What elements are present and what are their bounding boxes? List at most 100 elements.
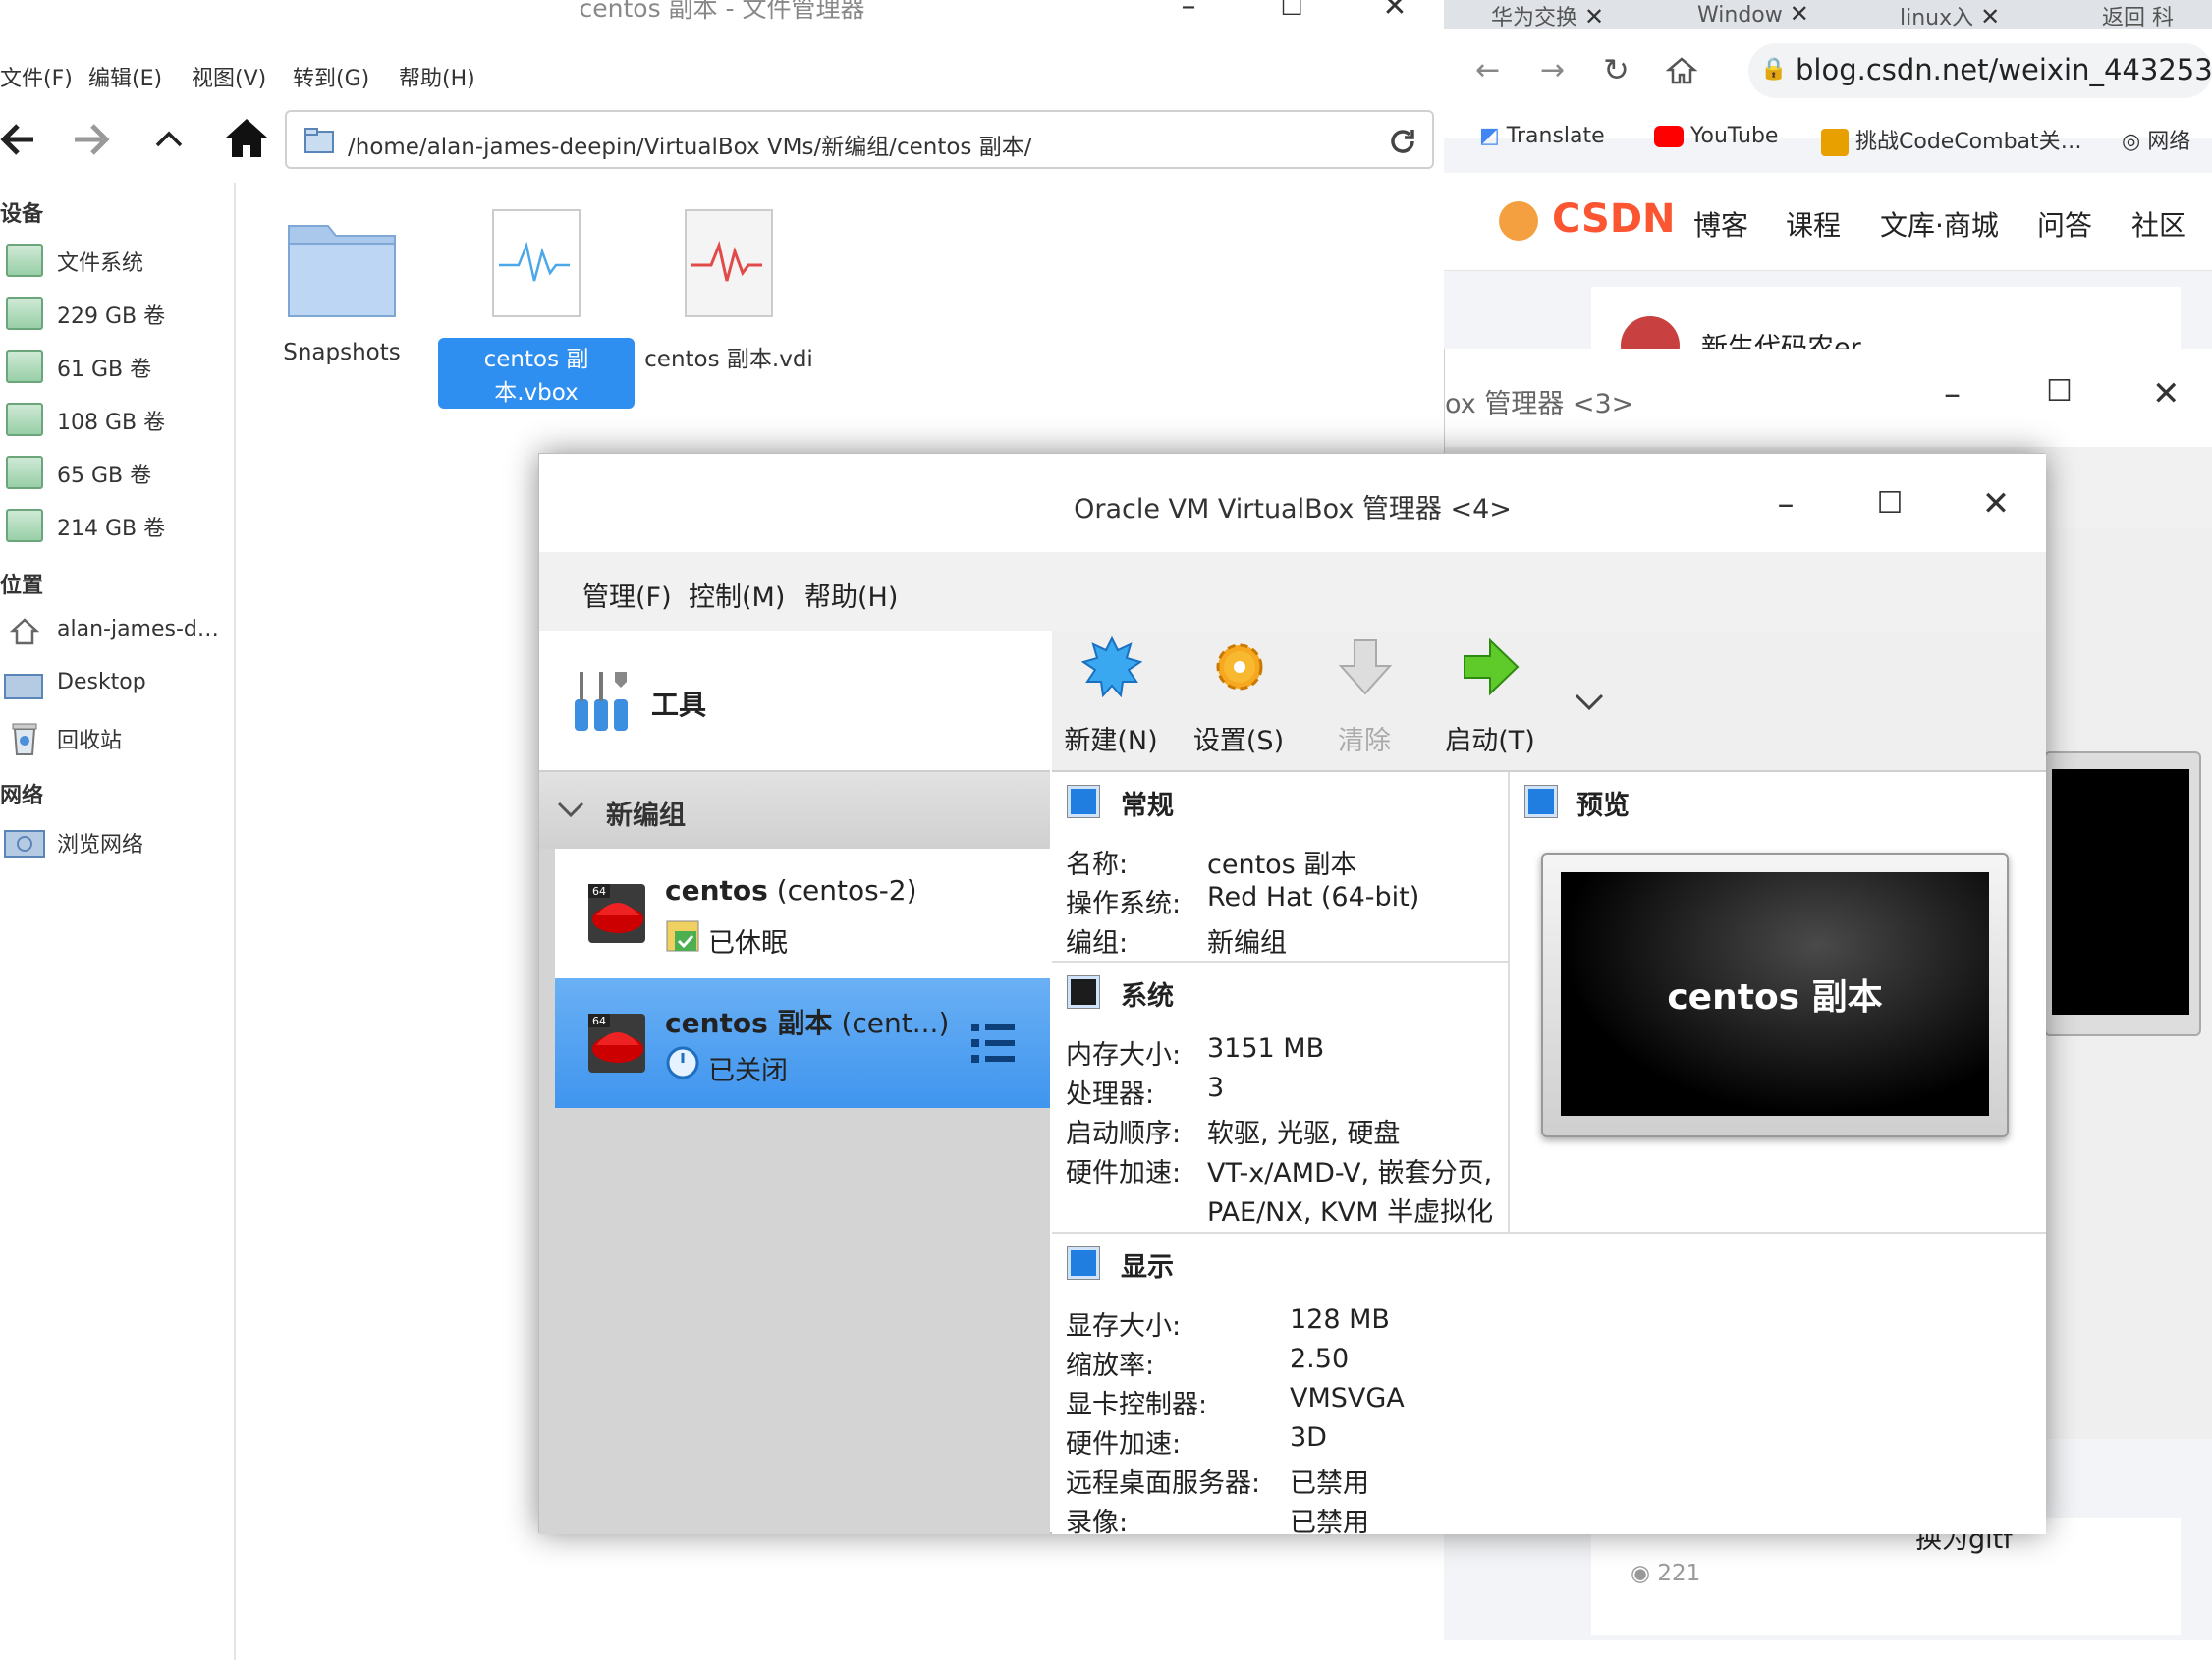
sidebar-item-desktop[interactable]: Desktop <box>0 662 236 705</box>
tab-windows[interactable]: Window ✕ <box>1697 0 1864 29</box>
menu-edit[interactable]: 编辑(E) <box>88 61 162 92</box>
tab-return[interactable]: 返回 科 <box>2102 0 2212 29</box>
menu-view[interactable]: 视图(V) <box>192 61 266 92</box>
sidebar-item-label: 108 GB 卷 <box>57 411 166 435</box>
general-section: 常规 名称: centos 副本 操作系统: Red Hat (64-bit) … <box>1052 772 1510 963</box>
up-icon[interactable] <box>153 124 185 155</box>
display-value: 2.50 <box>1290 1344 1350 1374</box>
nav-blog[interactable]: 博客 <box>1693 204 1748 244</box>
tab-linux[interactable]: linux入 ✕ <box>1900 0 2057 29</box>
system-value: 3151 MB <box>1207 1033 1325 1064</box>
maximize-button[interactable]: ☐ <box>1262 0 1321 29</box>
nav-library[interactable]: 文库·商城 <box>1880 204 1999 244</box>
sidebar-item-label: Desktop <box>57 670 146 694</box>
menu-goto[interactable]: 转到(G) <box>293 61 369 92</box>
back-icon[interactable]: ← <box>1475 53 1500 87</box>
translate-icon: ◩ <box>1479 124 1500 148</box>
file-item-snapshots[interactable]: Snapshots <box>244 206 440 367</box>
display-value: 已禁用 <box>1290 1508 1369 1538</box>
preview-screen: centos 副本 <box>1561 872 1989 1116</box>
sidebar-item-label: 214 GB 卷 <box>57 517 166 541</box>
vm-item-centos-copy[interactable]: 64 centos 副本 (cent...) 已关闭 <box>555 978 1050 1108</box>
forward-icon[interactable]: → <box>1540 53 1565 87</box>
menu-help[interactable]: 帮助(H) <box>399 61 475 92</box>
path-text[interactable]: /home/alan-james-deepin/VirtualBox VMs/新… <box>348 128 1031 161</box>
url-text[interactable]: blog.csdn.net/weixin_44325312/ <box>1796 53 2212 86</box>
general-header[interactable]: 常规 <box>1121 784 1174 822</box>
home-icon[interactable] <box>1666 55 1697 86</box>
start-button[interactable]: 启动(T) <box>1431 631 1549 772</box>
bookmark-youtube[interactable]: YouTube <box>1654 124 1778 148</box>
home-icon[interactable] <box>224 116 269 161</box>
home-icon <box>10 618 39 645</box>
url-field[interactable]: 🔒 blog.csdn.net/weixin_44325312/ <box>1748 43 2212 98</box>
general-key: 名称: <box>1066 850 1129 880</box>
reload-icon[interactable] <box>1387 126 1418 157</box>
file-item-vbox[interactable]: centos 副本.vbox <box>438 206 635 409</box>
display-value: 128 MB <box>1290 1304 1390 1335</box>
nav-qa[interactable]: 问答 <box>2037 204 2092 244</box>
vbox-file-icon <box>492 209 581 317</box>
display-header[interactable]: 显示 <box>1121 1245 1174 1284</box>
chevron-down-icon[interactable] <box>1575 692 1604 711</box>
sidebar-item-home[interactable]: alan-james-d… <box>0 609 236 652</box>
chevron-down-icon[interactable] <box>557 800 584 819</box>
vm-state: 已关闭 <box>708 1056 788 1086</box>
drive-icon <box>6 509 43 542</box>
window-title: ox 管理器 <3> <box>1445 389 1634 419</box>
preview-frame: centos 副本 <box>1541 853 2009 1137</box>
details-menu-icon[interactable] <box>969 1020 1019 1069</box>
sidebar-item-volume[interactable]: 61 GB 卷 <box>0 344 236 387</box>
menu-control[interactable]: 控制(M) <box>689 576 785 614</box>
preview-header[interactable]: 预览 <box>1576 784 1630 822</box>
close-button[interactable]: ✕ <box>1365 0 1424 29</box>
minimize-button[interactable]: – <box>1159 0 1218 29</box>
maximize-button[interactable]: ☐ <box>1865 479 1914 528</box>
menu-manage[interactable]: 管理(F) <box>582 576 672 614</box>
file-label: centos 副本.vdi <box>644 347 813 372</box>
forward-icon[interactable] <box>71 118 110 161</box>
maximize-button[interactable]: ☐ <box>2046 374 2073 409</box>
nav-courses[interactable]: 课程 <box>1786 204 1841 244</box>
sidebar-item-volume[interactable]: 65 GB 卷 <box>0 450 236 493</box>
sidebar-item-label: 回收站 <box>57 729 123 753</box>
tab-huawei[interactable]: 华为交换 ✕ <box>1491 0 1648 29</box>
menu-help[interactable]: 帮助(H) <box>804 576 898 614</box>
vm-item-centos[interactable]: 64 centos (centos-2) 已休眠 <box>555 849 1050 978</box>
group-name: 新编组 <box>606 801 686 831</box>
discard-button[interactable]: 清除 <box>1305 631 1423 772</box>
sidebar-item-trash[interactable]: 回收站 <box>0 715 236 758</box>
logo-text: CSDN <box>1551 196 1676 242</box>
titlebar: Oracle VM VirtualBox 管理器 <4> – ☐ ✕ <box>539 454 2046 552</box>
sidebar-item-filesystem[interactable]: 文件系统 <box>0 238 236 281</box>
drive-icon <box>6 350 43 383</box>
settings-button[interactable]: 设置(S) <box>1180 631 1298 772</box>
sidebar-item-browse-network[interactable] <box>0 1008 236 1051</box>
file-label: Snapshots <box>283 340 401 365</box>
back-icon[interactable] <box>0 118 39 161</box>
settings-label: 设置(S) <box>1192 726 1285 756</box>
csdn-logo[interactable]: CSDN <box>1499 196 1676 242</box>
sidebar-item-browse-network-row[interactable]: 浏览网络 <box>0 819 236 862</box>
reload-icon[interactable]: ↻ <box>1603 51 1630 88</box>
tools-item[interactable]: 工具 <box>539 631 1050 772</box>
minimize-button[interactable]: – <box>1761 479 1810 528</box>
group-header[interactable]: 新编组 <box>539 772 1050 849</box>
new-button[interactable]: 新建(N) <box>1052 631 1170 772</box>
bookmark-codecombat[interactable]: 挑战CodeCombat关… <box>1821 124 2082 156</box>
nav-community[interactable]: 社区 <box>2131 204 2186 244</box>
close-button[interactable]: ✕ <box>2152 374 2181 414</box>
bookmark-translate[interactable]: ◩ Translate <box>1479 124 1605 148</box>
close-button[interactable]: ✕ <box>1971 479 2020 528</box>
sidebar-item-volume[interactable]: 108 GB 卷 <box>0 397 236 440</box>
tools-icon <box>575 672 628 731</box>
toolbar: ← → ↻ 🔒 blog.csdn.net/weixin_44325312/ <box>1444 29 2212 138</box>
sidebar-item-volume[interactable]: 229 GB 卷 <box>0 291 236 334</box>
minimize-button[interactable]: – <box>1944 374 1961 414</box>
menu-file[interactable]: 文件(F) <box>0 61 73 92</box>
sidebar-item-volume[interactable]: 214 GB 卷 <box>0 503 236 546</box>
file-item-vdi[interactable]: centos 副本.vdi <box>631 206 827 375</box>
address-bar[interactable]: /home/alan-james-deepin/VirtualBox VMs/新… <box>285 110 1434 169</box>
bookmark-network[interactable]: ◎ 网络 <box>2122 124 2190 155</box>
system-header[interactable]: 系统 <box>1121 974 1174 1013</box>
